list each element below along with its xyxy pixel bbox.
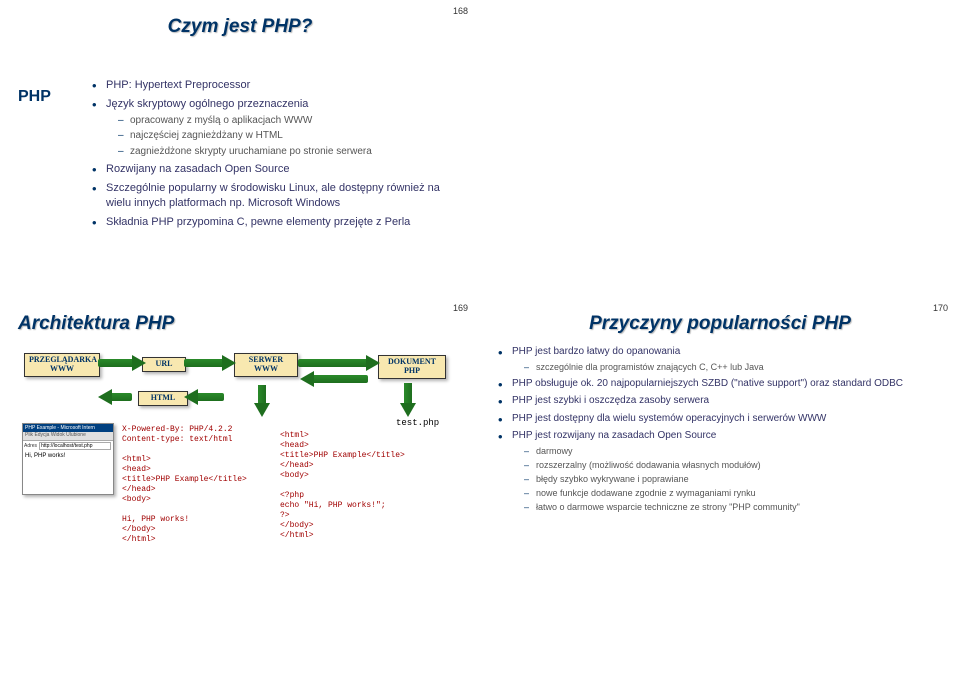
slide-169: 169 Architektura PHP PRZEGLĄDARKA WWW UR…	[0, 297, 480, 679]
bullet-text: PHP jest bardzo łatwy do opanowania	[512, 346, 680, 357]
browser-mockup: PHP Example - Microsoft Intern Plik Edyc…	[22, 423, 114, 495]
browser-toolbar: Plik Edycja Widok Ulubione	[23, 432, 113, 441]
bullet-text: PHP obsługuje ok. 20 najpopularniejszych…	[512, 378, 903, 389]
arrow-head-icon	[132, 355, 146, 371]
list-item: PHP obsługuje ok. 20 najpopularniejszych…	[498, 377, 942, 391]
slide-grid: 168 Czym jest PHP? PHP PHP: Hypertext Pr…	[0, 0, 960, 679]
bullet-text: Rozwijany na zasadach Open Source	[106, 163, 289, 175]
file-label: test.php	[394, 417, 441, 429]
bullet-text: PHP jest szybki i oszczędza zasoby serwe…	[512, 395, 709, 406]
sub-list: darmowy rozszerzalny (możliwość dodawani…	[512, 445, 942, 514]
list-item: Rozwijany na zasadach Open Source	[92, 162, 462, 177]
list-item: PHP jest dostępny dla wielu systemów ope…	[498, 412, 942, 426]
sub-item: zagnieżdżone skrypty uruchamiane po stro…	[118, 145, 462, 159]
arrow-line	[98, 359, 134, 367]
list-item: PHP jest bardzo łatwy do opanowania szcz…	[498, 345, 942, 373]
slide-title: Architektura PHP	[18, 313, 462, 335]
sub-item: opracowany z myślą o aplikacjach WWW	[118, 114, 462, 128]
arrow-head-icon	[222, 355, 236, 371]
slide-empty	[480, 0, 960, 297]
arrow-head-icon	[254, 403, 270, 417]
arrow-down	[404, 383, 412, 405]
browser-address: http://localhost/test.php	[39, 442, 111, 450]
list-item: Składnia PHP przypomina C, pewne element…	[92, 215, 462, 230]
sub-item: łatwo o darmowe wsparcie techniczne ze s…	[524, 501, 942, 513]
slide-number: 169	[453, 303, 468, 313]
bullet-text: PHP: Hypertext Preprocessor	[106, 79, 250, 91]
bullet-list: PHP jest bardzo łatwy do opanowania szcz…	[498, 345, 942, 513]
arrow-head-icon	[184, 389, 198, 405]
bullet-text: PHP jest rozwijany na zasadach Open Sour…	[512, 430, 716, 441]
arrow-line	[184, 359, 224, 367]
list-item: PHP: Hypertext Preprocessor	[92, 78, 462, 93]
bullet-text: Szczególnie popularny w środowisku Linux…	[106, 182, 440, 209]
sub-item: szczególnie dla programistów znających C…	[524, 361, 942, 373]
slide-number: 168	[453, 6, 468, 16]
list-item: PHP jest szybki i oszczędza zasoby serwe…	[498, 394, 942, 408]
bullet-text: Składnia PHP przypomina C, pewne element…	[106, 216, 410, 228]
bullet-text: PHP jest dostępny dla wielu systemów ope…	[512, 413, 826, 424]
arrow-head-icon	[98, 389, 112, 405]
slide-168: 168 Czym jest PHP? PHP PHP: Hypertext Pr…	[0, 0, 480, 297]
architecture-diagram: PRZEGLĄDARKA WWW URL SERWER WWW DOKUMENT…	[18, 345, 462, 615]
php-label: PHP	[18, 88, 51, 106]
arrow-head-icon	[366, 355, 380, 371]
browser-titlebar: PHP Example - Microsoft Intern	[23, 424, 113, 432]
list-item: Język skryptowy ogólnego przeznaczenia o…	[92, 97, 462, 158]
tag-html: HTML	[138, 391, 188, 406]
code-source: <html> <head> <title>PHP Example</title>…	[280, 431, 440, 541]
arrow-line	[196, 393, 224, 401]
sub-item: darmowy	[524, 445, 942, 457]
sub-list: opracowany z myślą o aplikacjach WWW naj…	[106, 114, 462, 159]
bullet-list: PHP: Hypertext Preprocessor Język skrypt…	[92, 78, 462, 230]
list-item: PHP jest rozwijany na zasadach Open Sour…	[498, 429, 942, 513]
tag-server: SERWER WWW	[234, 353, 298, 377]
arrow-head-icon	[400, 403, 416, 417]
addr-label: Adres	[24, 443, 37, 449]
sub-item: nowe funkcje dodawane zgodnie z wymagani…	[524, 487, 942, 499]
browser-content: Hi, PHP works!	[23, 451, 113, 461]
bullet-text: Język skryptowy ogólnego przeznaczenia	[106, 98, 308, 110]
arrow-line	[110, 393, 132, 401]
sub-item: błędy szybko wykrywane i poprawiane	[524, 473, 942, 485]
tag-doc: DOKUMENT PHP	[378, 355, 446, 379]
tag-browser: PRZEGLĄDARKA WWW	[24, 353, 100, 377]
slide-number: 170	[933, 303, 948, 313]
arrow-line	[298, 359, 368, 367]
code-response: X-Powered-By: PHP/4.2.2 Content-type: te…	[122, 425, 262, 545]
arrow-down	[258, 385, 266, 405]
arrow-line	[312, 375, 368, 383]
list-item: Szczególnie popularny w środowisku Linux…	[92, 181, 462, 211]
tag-url: URL	[142, 357, 186, 372]
slide-170: 170 Przyczyny popularności PHP PHP jest …	[480, 297, 960, 679]
arrow-head-icon	[300, 371, 314, 387]
sub-item: rozszerzalny (możliwość dodawania własny…	[524, 459, 942, 471]
slide-title: Czym jest PHP?	[18, 16, 462, 38]
sub-item: najczęściej zagnieżdżany w HTML	[118, 129, 462, 143]
slide-title: Przyczyny popularności PHP	[498, 313, 942, 335]
sub-list: szczególnie dla programistów znających C…	[512, 361, 942, 373]
